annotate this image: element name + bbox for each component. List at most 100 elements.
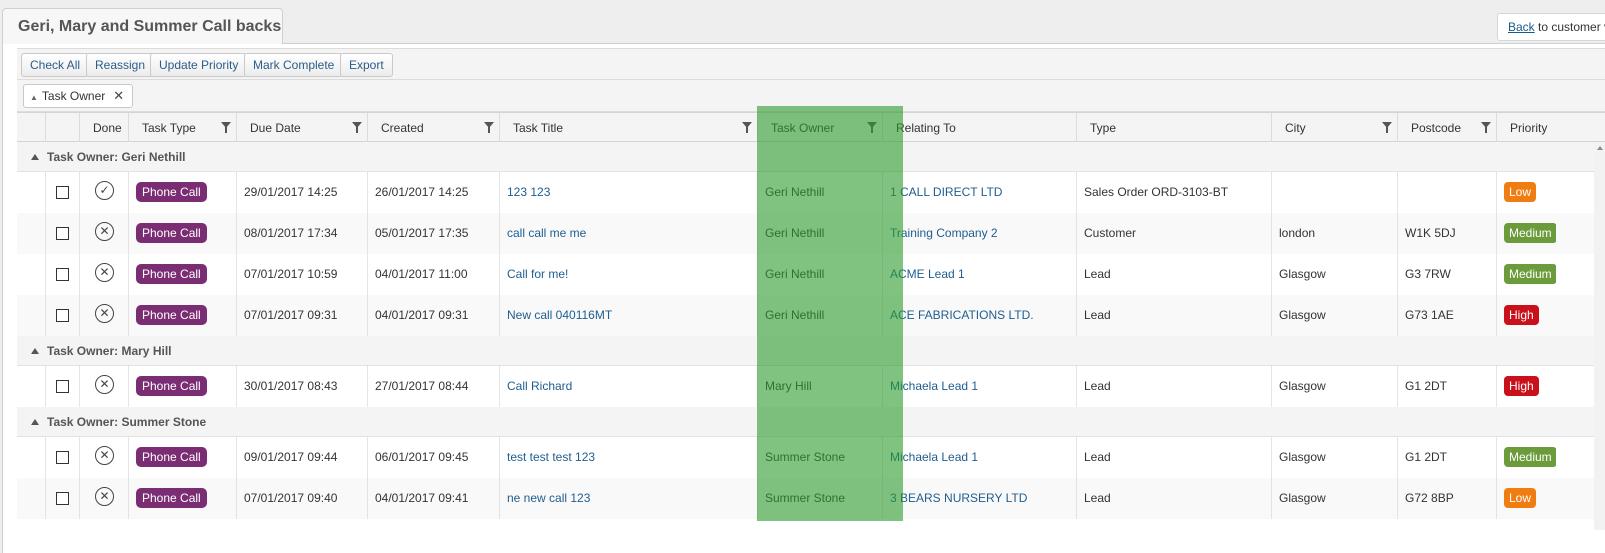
table-row[interactable]: ✕ Phone Call 07/01/2017 09:40 04/01/2017 09… — [17, 478, 1605, 519]
table-row[interactable]: ✕ Phone Call 07/01/2017 09:31 04/01/2017 09… — [17, 295, 1605, 336]
reassign-button[interactable]: Reassign — [86, 53, 155, 77]
cell-title[interactable]: call call me me — [499, 213, 757, 254]
cell-title[interactable]: Call Richard — [499, 366, 757, 407]
cell-title[interactable]: ne new call 123 — [499, 478, 757, 519]
table-row[interactable]: ✕ Phone Call 09/01/2017 09:44 06/01/2017 09… — [17, 437, 1605, 478]
cell-relating[interactable]: ACE FABRICATIONS LTD. — [882, 295, 1076, 336]
hdr-task-type[interactable]: Task Type — [128, 113, 236, 143]
cell-owner: Geri Nethill — [757, 172, 882, 213]
check-all-button[interactable]: Check All — [21, 53, 90, 77]
cell-relating[interactable]: Training Company 2 — [882, 213, 1076, 254]
row-checkbox[interactable] — [56, 380, 69, 393]
not-done-cross-icon[interactable]: ✕ — [95, 375, 114, 394]
cell-owner: Summer Stone — [757, 437, 882, 478]
cell-relating[interactable]: Michaela Lead 1 — [882, 366, 1076, 407]
filter-icon[interactable] — [352, 122, 362, 133]
group-chip-label: Task Owner — [41, 89, 106, 103]
cell-relating[interactable]: 1 CALL DIRECT LTD — [882, 172, 1076, 213]
back-link[interactable]: Back — [1508, 20, 1535, 34]
update-priority-button[interactable]: Update Priority — [150, 53, 248, 77]
not-done-cross-icon[interactable]: ✕ — [95, 263, 114, 282]
table-row[interactable]: ✕ Phone Call 08/01/2017 17:34 05/01/2017 17… — [17, 213, 1605, 254]
cell-postcode: G1 2DT — [1397, 437, 1496, 478]
collapse-icon[interactable] — [31, 154, 39, 160]
group-header-row[interactable]: Task Owner: Mary Hill — [17, 336, 1605, 366]
cell-city: Glasgow — [1271, 437, 1397, 478]
task-type-badge: Phone Call — [136, 447, 207, 467]
cell-title[interactable]: test test test 123 — [499, 437, 757, 478]
row-checkbox[interactable] — [56, 309, 69, 322]
filter-icon[interactable] — [221, 122, 231, 133]
row-checkbox[interactable] — [56, 492, 69, 505]
hdr-task-owner[interactable]: Task Owner — [757, 113, 882, 143]
group-chip-task-owner[interactable]: ▲ Task Owner ✕ — [23, 84, 134, 108]
hdr-done[interactable]: Done — [79, 113, 128, 143]
cell-relating[interactable]: Michaela Lead 1 — [882, 437, 1076, 478]
table-row[interactable]: ✕ Phone Call 30/01/2017 08:43 27/01/2017 08… — [17, 366, 1605, 407]
cell-title[interactable]: Call for me! — [499, 254, 757, 295]
filter-icon[interactable] — [742, 122, 752, 133]
row-checkbox[interactable] — [56, 268, 69, 281]
export-button[interactable]: Export — [340, 53, 393, 77]
hdr-created[interactable]: Created — [367, 113, 499, 143]
cell-due: 07/01/2017 09:31 — [236, 295, 367, 336]
not-done-cross-icon[interactable]: ✕ — [95, 446, 114, 465]
priority-badge: Low — [1504, 488, 1537, 508]
not-done-cross-icon[interactable]: ✕ — [95, 222, 114, 241]
row-checkbox[interactable] — [56, 451, 69, 464]
page-title-tab[interactable]: Geri, Mary and Summer Call backs — [2, 8, 283, 44]
hdr-expand — [17, 113, 45, 143]
hdr-type[interactable]: Type — [1076, 113, 1271, 143]
filter-icon[interactable] — [867, 122, 877, 133]
cell-city: Glasgow — [1271, 478, 1397, 519]
table-row[interactable]: ✕ Phone Call 07/01/2017 10:59 04/01/2017 11… — [17, 254, 1605, 295]
column-label: Due Date — [250, 121, 301, 135]
hdr-relating-to[interactable]: Relating To — [882, 113, 1076, 143]
hdr-task-title[interactable]: Task Title — [499, 113, 757, 143]
group-label: Task Owner: Mary Hill — [47, 344, 172, 358]
hdr-due-date[interactable]: Due Date — [236, 113, 367, 143]
hdr-priority[interactable]: Priority — [1496, 113, 1556, 143]
cell-relating[interactable]: 3 BEARS NURSERY LTD — [882, 478, 1076, 519]
cell-created: 27/01/2017 08:44 — [367, 366, 499, 407]
cell-type: Sales Order ORD-3103-BT — [1076, 172, 1271, 213]
cell-task-type: Phone Call — [128, 366, 236, 407]
cell-title[interactable]: 123 123 — [499, 172, 757, 213]
cell-postcode: W1K 5DJ — [1397, 213, 1496, 254]
collapse-icon[interactable] — [31, 348, 39, 354]
mark-complete-button[interactable]: Mark Complete — [244, 53, 344, 77]
cell-city: london — [1271, 213, 1397, 254]
collapse-icon[interactable] — [31, 419, 39, 425]
cell-select — [45, 213, 79, 254]
hdr-city[interactable]: City — [1271, 113, 1397, 143]
cell-title[interactable]: New call 040116MT — [499, 295, 757, 336]
cell-select — [45, 172, 79, 213]
cell-relating[interactable]: ACME Lead 1 — [882, 254, 1076, 295]
group-header-row[interactable]: Task Owner: Summer Stone — [17, 407, 1605, 437]
group-header-row[interactable]: Task Owner: Geri Nethill — [17, 142, 1605, 172]
back-to-customer-box: Back to customer view — [1497, 13, 1605, 41]
not-done-cross-icon[interactable]: ✕ — [95, 304, 114, 323]
hdr-postcode[interactable]: Postcode — [1397, 113, 1496, 143]
cell-created: 04/01/2017 09:41 — [367, 478, 499, 519]
column-label: Task Type — [142, 121, 196, 135]
table-row[interactable]: ✓ Phone Call 29/01/2017 14:25 26/01/2017 14… — [17, 172, 1605, 213]
remove-group-icon[interactable]: ✕ — [113, 88, 124, 103]
row-checkbox[interactable] — [56, 186, 69, 199]
cell-due: 29/01/2017 14:25 — [236, 172, 367, 213]
cell-postcode: G73 1AE — [1397, 295, 1496, 336]
filter-icon[interactable] — [1382, 122, 1392, 133]
column-label: Type — [1090, 121, 1117, 135]
vertical-scrollbar[interactable] — [1594, 142, 1605, 530]
row-checkbox[interactable] — [56, 227, 69, 240]
filter-icon[interactable] — [484, 122, 494, 133]
task-grid: Done Task Type Due Date Created Task Title Ta… — [17, 112, 1605, 530]
not-done-cross-icon[interactable]: ✕ — [95, 487, 114, 506]
done-check-icon[interactable]: ✓ — [95, 181, 114, 200]
cell-postcode: G72 8BP — [1397, 478, 1496, 519]
cell-due: 08/01/2017 17:34 — [236, 213, 367, 254]
cell-owner: Geri Nethill — [757, 295, 882, 336]
cell-done: ✕ — [79, 213, 128, 254]
cell-type: Lead — [1076, 254, 1271, 295]
filter-icon[interactable] — [1481, 122, 1491, 133]
